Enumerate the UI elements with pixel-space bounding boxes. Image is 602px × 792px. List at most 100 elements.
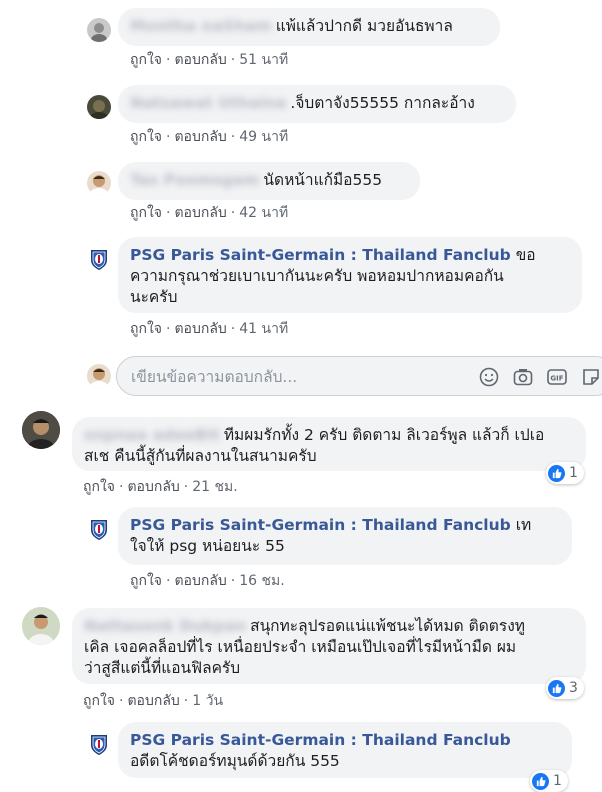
comment-bubble: Natsawat Uthaina .จ็บตาจัง55555 กากละอ้าง bbox=[118, 85, 516, 123]
comment-bubble: PSG Paris Saint-Germain : Thailand Fancl… bbox=[118, 237, 582, 313]
timestamp[interactable]: 42 นาที bbox=[239, 205, 288, 221]
reply-input[interactable] bbox=[129, 364, 463, 390]
commenter-name[interactable]: snpnaa adeeBit bbox=[84, 425, 220, 446]
separator: · bbox=[230, 573, 236, 589]
separator: · bbox=[166, 129, 171, 145]
comment-actions: ถูกใจ · ตอบกลับ · 1 วัน bbox=[83, 690, 223, 712]
page-name-link[interactable]: PSG Paris Saint-Germain : Thailand Fancl… bbox=[130, 731, 511, 749]
commenter-name[interactable]: Tas Poomsgam bbox=[130, 170, 259, 191]
avatar-icon bbox=[22, 607, 60, 645]
gif-icon[interactable]: GIF bbox=[546, 366, 568, 388]
comment-text: สนุกทะลุปรอดแน่แพ้ชนะได้หมด ติดตรงทู bbox=[250, 617, 525, 635]
like-thumb-icon bbox=[548, 679, 565, 697]
like-link[interactable]: ถูกใจ bbox=[130, 52, 162, 68]
avatar[interactable] bbox=[87, 18, 111, 42]
emoji-icon[interactable] bbox=[478, 366, 500, 388]
commenter-name[interactable]: Nattasonk Dukpan bbox=[84, 616, 246, 637]
separator: · bbox=[183, 693, 189, 709]
like-count: 1 bbox=[553, 773, 562, 789]
separator: · bbox=[166, 205, 171, 221]
avatar-icon bbox=[90, 175, 108, 195]
reaction-count[interactable]: 1 bbox=[530, 770, 568, 792]
comment-text: แพ้แล้วปากดี มวยอันธพาล bbox=[275, 17, 453, 35]
comment-text: ขอ bbox=[515, 246, 536, 264]
avatar[interactable] bbox=[87, 95, 111, 119]
separator: · bbox=[230, 129, 236, 145]
reply-link[interactable]: ตอบกลับ bbox=[127, 693, 179, 709]
reply-link[interactable]: ตอบกลับ bbox=[174, 573, 226, 589]
like-link[interactable]: ถูกใจ bbox=[130, 205, 162, 221]
like-link[interactable]: ถูกใจ bbox=[83, 479, 115, 495]
psg-crest-icon bbox=[87, 247, 111, 271]
comment-bubble: PSG Paris Saint-Germain : Thailand Fancl… bbox=[118, 722, 572, 778]
psg-crest-icon bbox=[87, 732, 111, 756]
comment-text: อดีตโค้ชดอร์ทมุนด์ด้วยกัน 555 bbox=[130, 752, 340, 770]
separator: · bbox=[119, 479, 124, 495]
like-link[interactable]: ถูกใจ bbox=[130, 573, 162, 589]
reply-link[interactable]: ตอบกลับ bbox=[174, 52, 226, 68]
page-name-link[interactable]: PSG Paris Saint-Germain : Thailand Fancl… bbox=[130, 516, 511, 534]
avatar[interactable] bbox=[22, 411, 60, 449]
avatar[interactable] bbox=[87, 247, 111, 271]
comment-actions: ถูกใจ · ตอบกลับ · 49 นาที bbox=[130, 126, 288, 148]
comment-text: เท bbox=[515, 516, 532, 534]
timestamp[interactable]: 49 นาที bbox=[239, 129, 288, 145]
comment-actions: ถูกใจ · ตอบกลับ · 21 ชม. bbox=[83, 476, 238, 498]
reaction-count[interactable]: 3 bbox=[546, 677, 584, 699]
avatar[interactable] bbox=[22, 607, 60, 645]
comment-text: สเช คืนนี้สู้กันที่ผลงานในสนามครับ bbox=[84, 447, 317, 465]
comment-text: ทีมผมรักทั้ง 2 ครับ ติดตาม ลิเวอร์พูล แล… bbox=[223, 426, 545, 444]
reply-link[interactable]: ตอบกลับ bbox=[174, 321, 226, 337]
like-count: 1 bbox=[569, 465, 578, 481]
timestamp[interactable]: 41 นาที bbox=[239, 321, 288, 337]
avatar[interactable] bbox=[87, 171, 111, 195]
comment-text: ใจให้ psg หน่อยนะ 55 bbox=[130, 537, 285, 555]
comment-text: .จ็บตาจัง55555 กากละอ้าง bbox=[290, 94, 475, 112]
reaction-count[interactable]: 1 bbox=[546, 462, 584, 484]
comment-bubble: Nattasonk Dukpan สนุกทะลุปรอดแน่แพ้ชนะได้… bbox=[72, 608, 586, 684]
avatar-icon bbox=[90, 368, 108, 388]
timestamp[interactable]: 51 นาที bbox=[239, 52, 288, 68]
comment-bubble: snpnaa adeeBit ทีมผมรักทั้ง 2 ครับ ติดตาม… bbox=[72, 417, 586, 471]
commenter-name[interactable]: Natsawat Uthaina bbox=[130, 93, 286, 114]
timestamp[interactable]: 21 ชม. bbox=[192, 479, 237, 495]
camera-icon[interactable] bbox=[512, 366, 534, 388]
reply-link[interactable]: ตอบกลับ bbox=[127, 479, 179, 495]
comment-text: นะครับ bbox=[130, 288, 178, 306]
separator: · bbox=[230, 321, 236, 337]
reply-link[interactable]: ตอบกลับ bbox=[174, 205, 226, 221]
sticker-icon[interactable] bbox=[580, 366, 602, 388]
reply-input-box[interactable]: GIF bbox=[116, 356, 602, 396]
like-count: 3 bbox=[569, 680, 578, 696]
like-thumb-icon bbox=[548, 464, 565, 482]
commenter-name[interactable]: Montha naSham bbox=[130, 16, 272, 37]
comment-actions: ถูกใจ · ตอบกลับ · 51 นาที bbox=[130, 49, 288, 71]
avatar[interactable] bbox=[87, 517, 111, 541]
comment-text: นัดหน้าแก้มือ555 bbox=[263, 171, 383, 189]
avatar-icon bbox=[22, 411, 60, 449]
separator: · bbox=[119, 693, 124, 709]
avatar-icon bbox=[91, 23, 107, 42]
page-name-link[interactable]: PSG Paris Saint-Germain : Thailand Fancl… bbox=[130, 246, 511, 264]
separator: · bbox=[166, 321, 171, 337]
like-link[interactable]: ถูกใจ bbox=[130, 321, 162, 337]
comment-bubble: Tas Poomsgam นัดหน้าแก้มือ555 bbox=[118, 162, 420, 200]
separator: · bbox=[166, 52, 171, 68]
like-link[interactable]: ถูกใจ bbox=[130, 129, 162, 145]
avatar[interactable] bbox=[87, 732, 111, 756]
timestamp[interactable]: 1 วัน bbox=[192, 693, 223, 709]
comment-actions: ถูกใจ · ตอบกลับ · 16 ชม. bbox=[130, 570, 285, 592]
svg-text:GIF: GIF bbox=[550, 375, 563, 383]
separator: · bbox=[230, 52, 236, 68]
like-thumb-icon bbox=[532, 772, 549, 790]
comment-actions: ถูกใจ · ตอบกลับ · 41 นาที bbox=[130, 318, 288, 340]
comment-bubble: Montha naSham แพ้แล้วปากดี มวยอันธพาล bbox=[118, 8, 500, 46]
like-link[interactable]: ถูกใจ bbox=[83, 693, 115, 709]
reply-link[interactable]: ตอบกลับ bbox=[174, 129, 226, 145]
comment-text: ความกรุณาช่วยเบาเบากันนะครับ พอหอมปากหอม… bbox=[130, 267, 504, 285]
comment-bubble: PSG Paris Saint-Germain : Thailand Fancl… bbox=[118, 507, 572, 565]
separator: · bbox=[230, 205, 236, 221]
timestamp[interactable]: 16 ชม. bbox=[239, 573, 284, 589]
avatar-icon bbox=[90, 100, 108, 119]
comment-text: เคิล เจอคลล็อปที่ไร เหนื่อยประจำ เหมือนเ… bbox=[84, 638, 517, 656]
